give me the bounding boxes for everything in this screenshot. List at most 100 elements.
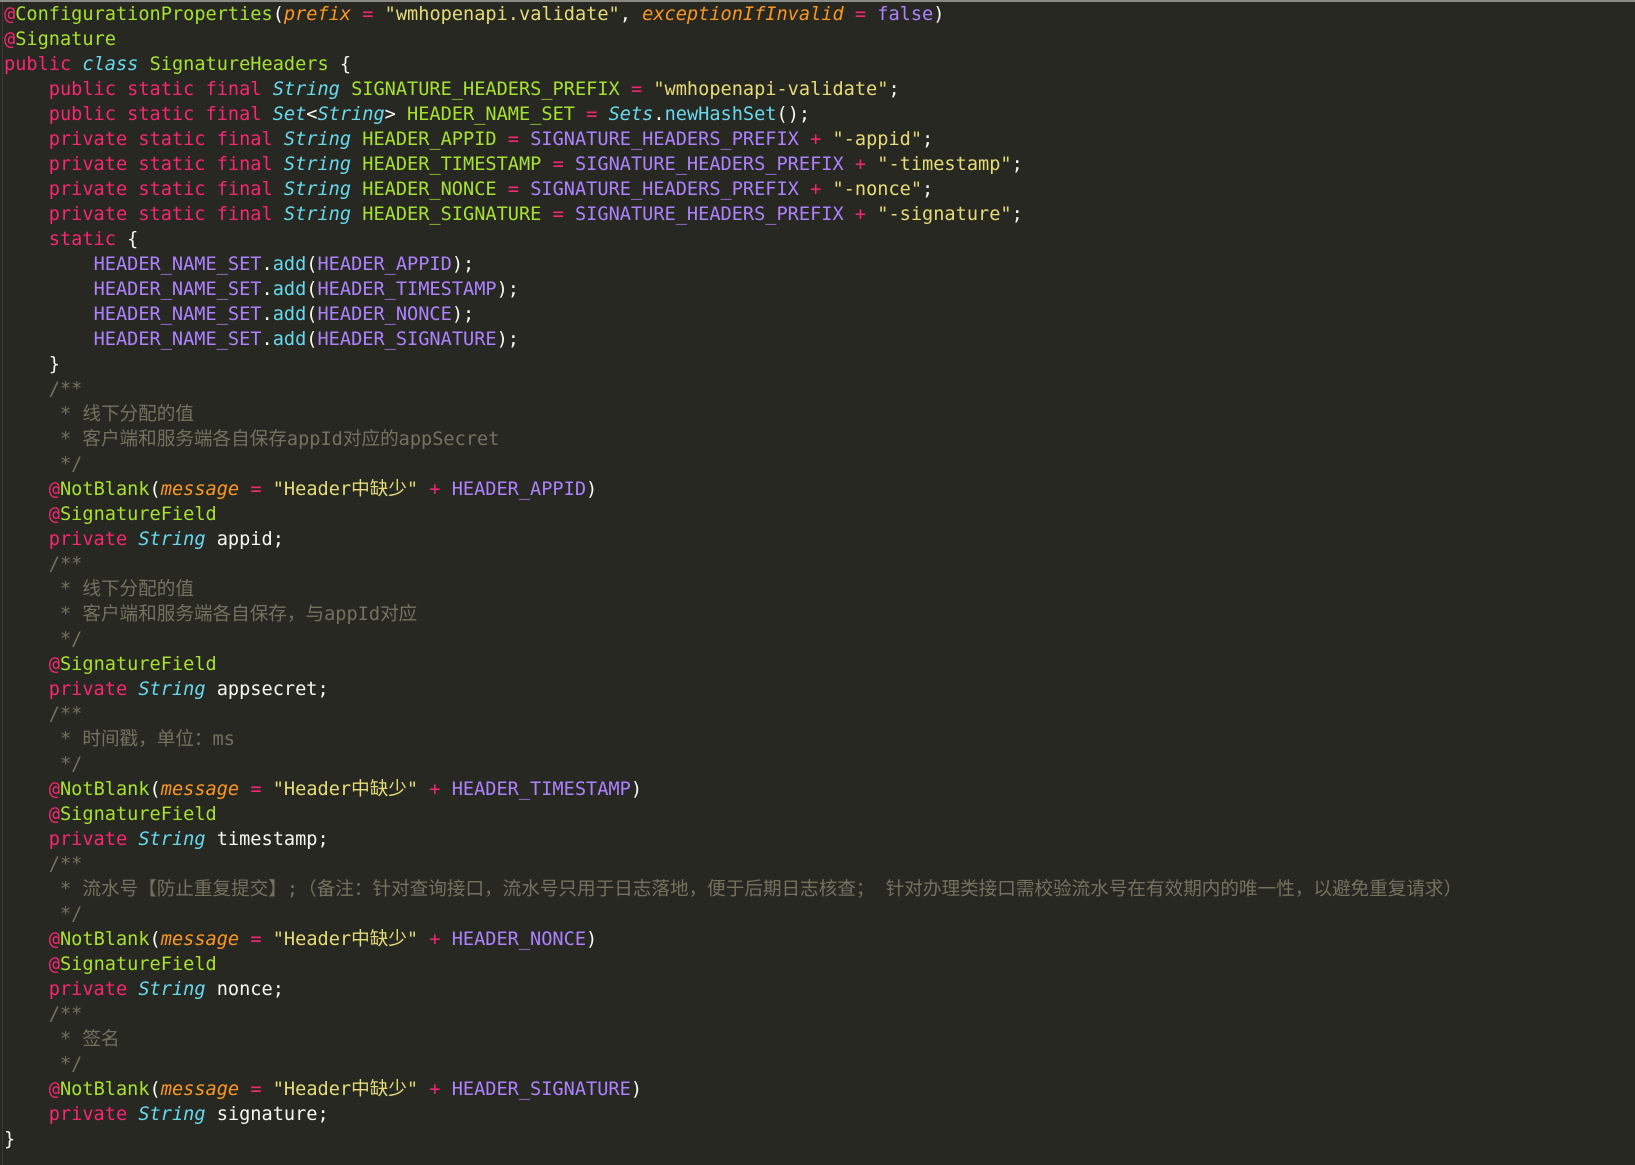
code-line[interactable]: /** xyxy=(4,552,1462,577)
code-line[interactable]: private static final String HEADER_SIGNA… xyxy=(4,202,1462,227)
code-token: HEADER_TIMESTAMP xyxy=(362,154,542,175)
code-line[interactable]: * 线下分配的值 xyxy=(4,577,1462,602)
code-token: /** xyxy=(48,379,83,400)
code-line[interactable]: private String timestamp; xyxy=(4,827,1462,852)
code-line[interactable]: private String appid; xyxy=(4,527,1462,552)
code-token: ) xyxy=(630,779,643,800)
code-line[interactable]: @NotBlank(message = "Header中缺少" + HEADER… xyxy=(4,777,1462,802)
code-token: (); xyxy=(776,104,811,125)
code-token: static xyxy=(48,229,116,250)
code-token: * 客户端和服务端各自保存appId对应的appSecret xyxy=(59,429,500,450)
code-token: appid; xyxy=(205,529,284,550)
code-line[interactable]: @NotBlank(message = "Header中缺少" + HEADER… xyxy=(4,477,1462,502)
code-line[interactable]: */ xyxy=(4,452,1462,477)
code-token: String xyxy=(283,154,352,175)
code-token: private xyxy=(48,1104,128,1125)
code-token: Signature xyxy=(15,29,116,50)
code-line[interactable]: @SignatureField xyxy=(4,652,1462,677)
code-token: = xyxy=(507,179,519,200)
code-token: = xyxy=(552,154,564,175)
code-line[interactable]: * 签名 xyxy=(4,1027,1462,1052)
code-token: = xyxy=(552,204,564,225)
code-token: message xyxy=(160,929,240,950)
code-line[interactable]: } xyxy=(4,1127,1462,1152)
code-line[interactable]: public static final String SIGNATURE_HEA… xyxy=(4,77,1462,102)
code-line[interactable]: public static final Set<String> HEADER_N… xyxy=(4,102,1462,127)
code-token: = xyxy=(250,479,262,500)
code-line[interactable]: private static final String HEADER_APPID… xyxy=(4,127,1462,152)
code-line[interactable]: HEADER_NAME_SET.add(HEADER_APPID); xyxy=(4,252,1462,277)
code-token: HEADER_SIGNATURE xyxy=(317,329,497,350)
code-line[interactable]: private static final String HEADER_NONCE… xyxy=(4,177,1462,202)
code-area[interactable]: @ConfigurationProperties(prefix = "wmhop… xyxy=(4,2,1462,1152)
code-token: private static final xyxy=(48,179,273,200)
code-line[interactable]: /** xyxy=(4,1002,1462,1027)
code-line[interactable]: /** xyxy=(4,702,1462,727)
code-line[interactable]: @SignatureField xyxy=(4,952,1462,977)
code-line[interactable]: /** xyxy=(4,852,1462,877)
code-line[interactable]: private String nonce; xyxy=(4,977,1462,1002)
code-line[interactable]: */ xyxy=(4,752,1462,777)
code-token: = xyxy=(250,779,262,800)
code-token: prefix xyxy=(283,4,352,25)
code-token: /** xyxy=(48,854,83,875)
code-token: String xyxy=(138,529,206,550)
code-editor[interactable]: @ConfigurationProperties(prefix = "wmhop… xyxy=(0,0,1635,1165)
code-line[interactable]: HEADER_NAME_SET.add(HEADER_NONCE); xyxy=(4,302,1462,327)
code-token: ); xyxy=(451,254,475,275)
code-token: ; xyxy=(888,79,900,100)
code-line[interactable]: */ xyxy=(4,902,1462,927)
code-line[interactable]: @SignatureField xyxy=(4,502,1462,527)
code-token: add xyxy=(272,279,307,300)
code-token: SignatureField xyxy=(59,804,217,825)
code-line[interactable]: * 时间戳，单位：ms xyxy=(4,727,1462,752)
code-line[interactable]: @SignatureField xyxy=(4,802,1462,827)
code-token: */ xyxy=(59,454,83,475)
code-line[interactable]: */ xyxy=(4,1052,1462,1077)
code-token: add xyxy=(272,329,307,350)
code-token: = xyxy=(630,79,643,100)
code-line[interactable]: * 客户端和服务端各自保存，与appId对应 xyxy=(4,602,1462,627)
code-line[interactable]: * 客户端和服务端各自保存appId对应的appSecret xyxy=(4,427,1462,452)
code-line[interactable]: private String appsecret; xyxy=(4,677,1462,702)
code-line[interactable]: @ConfigurationProperties(prefix = "wmhop… xyxy=(4,2,1462,27)
code-token: ( xyxy=(149,1079,161,1100)
code-line[interactable]: @Signature xyxy=(4,27,1462,52)
code-line[interactable]: HEADER_NAME_SET.add(HEADER_TIMESTAMP); xyxy=(4,277,1462,302)
code-token: message xyxy=(160,479,240,500)
code-line[interactable]: @NotBlank(message = "Header中缺少" + HEADER… xyxy=(4,927,1462,952)
code-line[interactable]: /** xyxy=(4,377,1462,402)
code-line[interactable]: static { xyxy=(4,227,1462,252)
code-token: appsecret; xyxy=(205,679,329,700)
code-line[interactable]: } xyxy=(4,352,1462,377)
code-line[interactable]: */ xyxy=(4,627,1462,652)
code-line[interactable]: public class SignatureHeaders { xyxy=(4,52,1462,77)
code-line[interactable]: private static final String HEADER_TIMES… xyxy=(4,152,1462,177)
code-token: HEADER_TIMESTAMP xyxy=(451,779,631,800)
code-line[interactable]: @NotBlank(message = "Header中缺少" + HEADER… xyxy=(4,1077,1462,1102)
code-line[interactable]: * 线下分配的值 xyxy=(4,402,1462,427)
code-token: */ xyxy=(59,629,83,650)
code-line[interactable]: private String signature; xyxy=(4,1102,1462,1127)
code-token: HEADER_APPID xyxy=(362,129,497,150)
code-line[interactable]: * 流水号【防止重复提交】;（备注：针对查询接口，流水号只用于日志落地，便于后期… xyxy=(4,877,1462,902)
code-line[interactable]: HEADER_NAME_SET.add(HEADER_SIGNATURE); xyxy=(4,327,1462,352)
